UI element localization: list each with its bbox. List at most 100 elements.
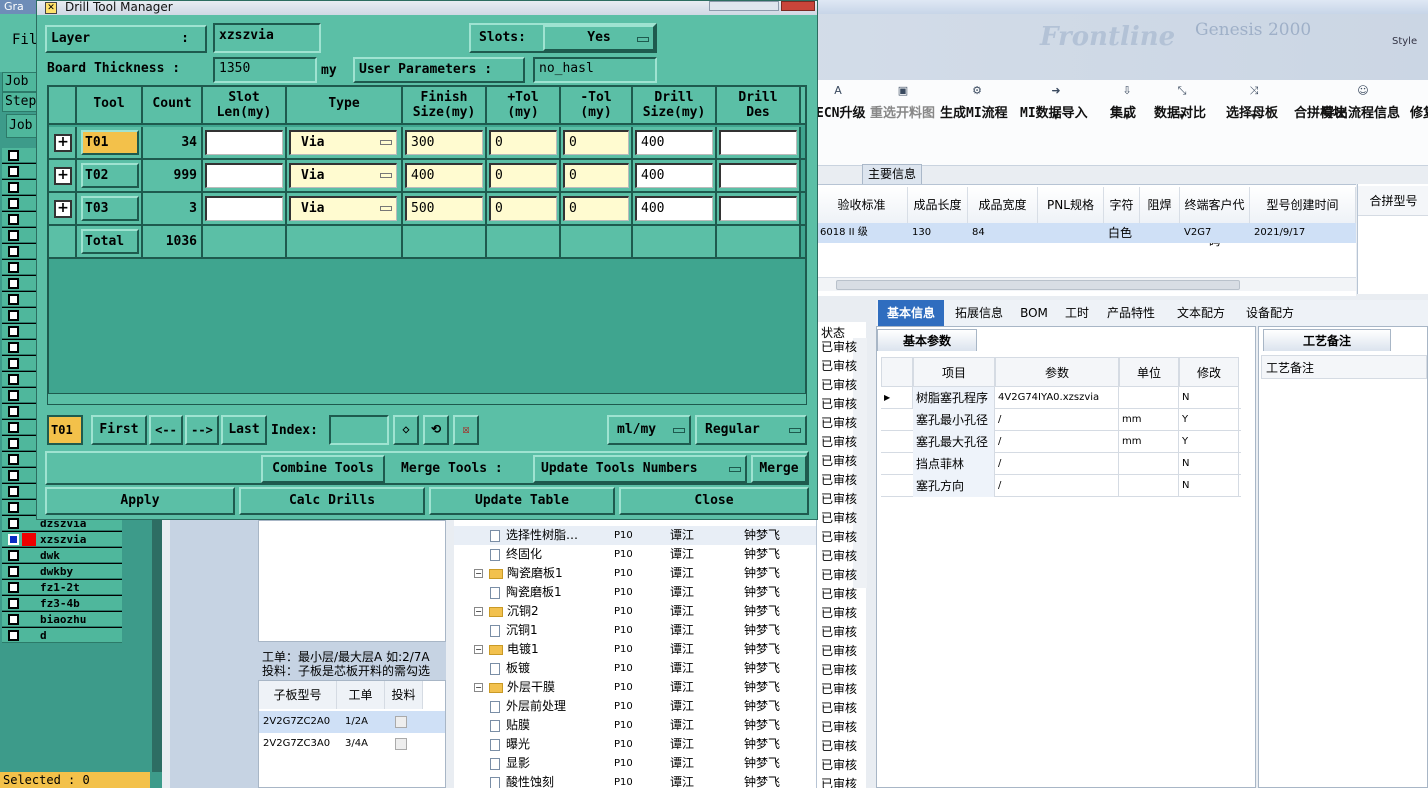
board-thickness-field[interactable]: 1350 (213, 57, 317, 83)
expand-icon[interactable]: + (54, 200, 72, 218)
ribbon-button-4[interactable]: ➜ MI数据导入 ▼ (1020, 80, 1092, 166)
layer-checkbox[interactable] (8, 502, 19, 513)
tree-row[interactable]: 沉铜1 P10 谭江 钟梦飞 (454, 621, 816, 640)
sub-board-list[interactable] (258, 520, 446, 642)
layer-checkbox[interactable] (8, 358, 19, 369)
layer-row[interactable]: fz1-2t (2, 580, 122, 595)
params-cell[interactable]: mm (1119, 431, 1179, 453)
tree-row[interactable]: 选择性树脂… P10 谭江 钟梦飞 (454, 526, 816, 545)
grid-header-cell[interactable]: 终端客户代码 (1180, 187, 1250, 248)
lightbulb-icon[interactable]: ◇ (393, 415, 419, 445)
slot-len-input[interactable] (205, 196, 283, 221)
delete-icon[interactable]: ☒ (453, 415, 479, 445)
close-icon[interactable] (781, 1, 815, 11)
tree-row[interactable]: − 电镀1 P10 谭江 钟梦飞 (454, 640, 816, 659)
params-cell[interactable]: / (995, 409, 1119, 431)
grid-header-cell[interactable]: 验收标准 (816, 187, 908, 223)
layer-row[interactable]: dwk (2, 548, 122, 563)
layer-checkbox[interactable] (8, 374, 19, 385)
layer-row[interactable]: fz3-4b (2, 596, 122, 611)
basic-params-title[interactable]: 基本参数 (877, 329, 977, 351)
grid-cell[interactable]: 白色 (1104, 223, 1140, 243)
tree-row[interactable]: 板镀 P10 谭江 钟梦飞 (454, 659, 816, 678)
feed-checkbox[interactable] (395, 716, 407, 728)
close-button[interactable]: Close (619, 487, 809, 515)
process-notes-title[interactable]: 工艺备注 (1263, 329, 1391, 351)
mode-dropdown[interactable]: Regular (695, 415, 807, 445)
main-grid-hscrollbar[interactable] (816, 277, 1356, 291)
finish-size-input[interactable]: 300 (405, 130, 483, 155)
combine-tools-button[interactable]: Combine Tools (261, 455, 385, 483)
layer-checkbox[interactable] (8, 438, 19, 449)
layer-checkbox[interactable] (8, 198, 19, 209)
params-row[interactable]: 挡点菲林 / N (881, 453, 1241, 475)
slots-dropdown[interactable]: Yes (543, 25, 655, 51)
tree-row[interactable]: 曝光 P10 谭江 钟梦飞 (454, 735, 816, 754)
params-cell[interactable]: N (1179, 475, 1239, 497)
tool-button[interactable]: T02 (81, 163, 139, 188)
params-cell[interactable] (1119, 453, 1179, 475)
params-cell[interactable]: N (1179, 387, 1239, 409)
user-parameters-field[interactable]: no_hasl (533, 57, 657, 83)
grid-cell[interactable]: V2G7 (1180, 223, 1250, 243)
ribbon-button-9[interactable]: ☺ 导出流程信息 (1322, 80, 1404, 166)
tree-row[interactable]: 外层前处理 P10 谭江 钟梦飞 (454, 697, 816, 716)
grid-cell[interactable] (1140, 223, 1180, 243)
tab-5[interactable]: 产品特性 (1098, 300, 1164, 326)
tree-row[interactable]: − 沉铜2 P10 谭江 钟梦飞 (454, 602, 816, 621)
tool-row[interactable]: + T01 34 Via 300 0 0 400 (49, 127, 805, 160)
params-cell[interactable]: N (1179, 453, 1239, 475)
user-parameters-button[interactable]: User Parameters : (353, 57, 525, 83)
params-cell[interactable]: / (995, 431, 1119, 453)
params-cell[interactable]: / (995, 453, 1119, 475)
plus-tol-input[interactable]: 0 (489, 163, 557, 188)
params-cell[interactable]: Y (1179, 431, 1239, 453)
layer-checkbox[interactable] (8, 630, 19, 641)
tab-3[interactable]: BOM (1014, 300, 1054, 326)
tool-button[interactable]: T03 (81, 196, 139, 221)
merge-button[interactable]: Merge (751, 455, 807, 483)
tab-2[interactable]: 拓展信息 (948, 300, 1010, 326)
tab-4[interactable]: 工时 (1060, 300, 1094, 326)
grid-header-cell[interactable]: PNL规格 (1038, 187, 1104, 223)
layer-checkbox[interactable] (8, 326, 19, 337)
main-info-tab[interactable]: 主要信息 (862, 164, 922, 184)
tool-row[interactable]: + T03 3 Via 500 0 0 400 (49, 193, 805, 226)
layer-row[interactable]: dwkby (2, 564, 122, 579)
layer-checkbox[interactable] (8, 214, 19, 225)
layer-checkbox[interactable] (8, 486, 19, 497)
layer-checkbox[interactable] (8, 566, 19, 577)
drill-des-input[interactable] (719, 130, 797, 155)
grid-cell[interactable] (1038, 223, 1104, 243)
grid-cell[interactable]: 2021/9/17 (1250, 223, 1356, 243)
sub-table-row[interactable]: 2V2G7ZC3A0 3/4A (259, 733, 445, 755)
params-cell[interactable] (1119, 387, 1179, 409)
tool-button[interactable]: T01 (81, 130, 139, 155)
update-table-button[interactable]: Update Table (429, 487, 615, 515)
job-menu[interactable]: Job (2, 72, 38, 92)
index-field[interactable] (329, 415, 389, 445)
layer-checkbox[interactable] (8, 406, 19, 417)
grid-cell[interactable]: 84 (968, 223, 1038, 243)
params-cell[interactable]: mm (1119, 409, 1179, 431)
apply-button[interactable]: Apply (45, 487, 235, 515)
layer-checkbox[interactable] (8, 294, 19, 305)
slot-len-input[interactable] (205, 163, 283, 188)
params-row[interactable]: 塞孔最小孔径 / mm Y (881, 409, 1241, 431)
tree-row[interactable]: 陶瓷磨板1 P10 谭江 钟梦飞 (454, 583, 816, 602)
grid-header-cell[interactable]: 成品宽度 (968, 187, 1038, 223)
tree-row[interactable]: 贴膜 P10 谭江 钟梦飞 (454, 716, 816, 735)
tree-row[interactable]: 终固化 P10 谭江 钟梦飞 (454, 545, 816, 564)
first-button[interactable]: First (91, 415, 147, 445)
layer-checkbox[interactable] (8, 278, 19, 289)
layer-checkbox[interactable] (8, 342, 19, 353)
collapse-icon[interactable]: − (474, 569, 483, 578)
prev-button[interactable]: <-- (149, 415, 183, 445)
params-cell[interactable]: Y (1179, 409, 1239, 431)
table-hscrollbar[interactable] (47, 393, 807, 405)
main-grid-row[interactable]: 6018 II 级 130 84 白色 V2G7 2021/9/17 (816, 223, 1356, 243)
layer-row[interactable]: biaozhu (2, 612, 122, 627)
layer-checkbox[interactable] (8, 534, 19, 545)
type-dropdown[interactable]: Via (289, 163, 397, 188)
tree-row[interactable]: 显影 P10 谭江 钟梦飞 (454, 754, 816, 773)
